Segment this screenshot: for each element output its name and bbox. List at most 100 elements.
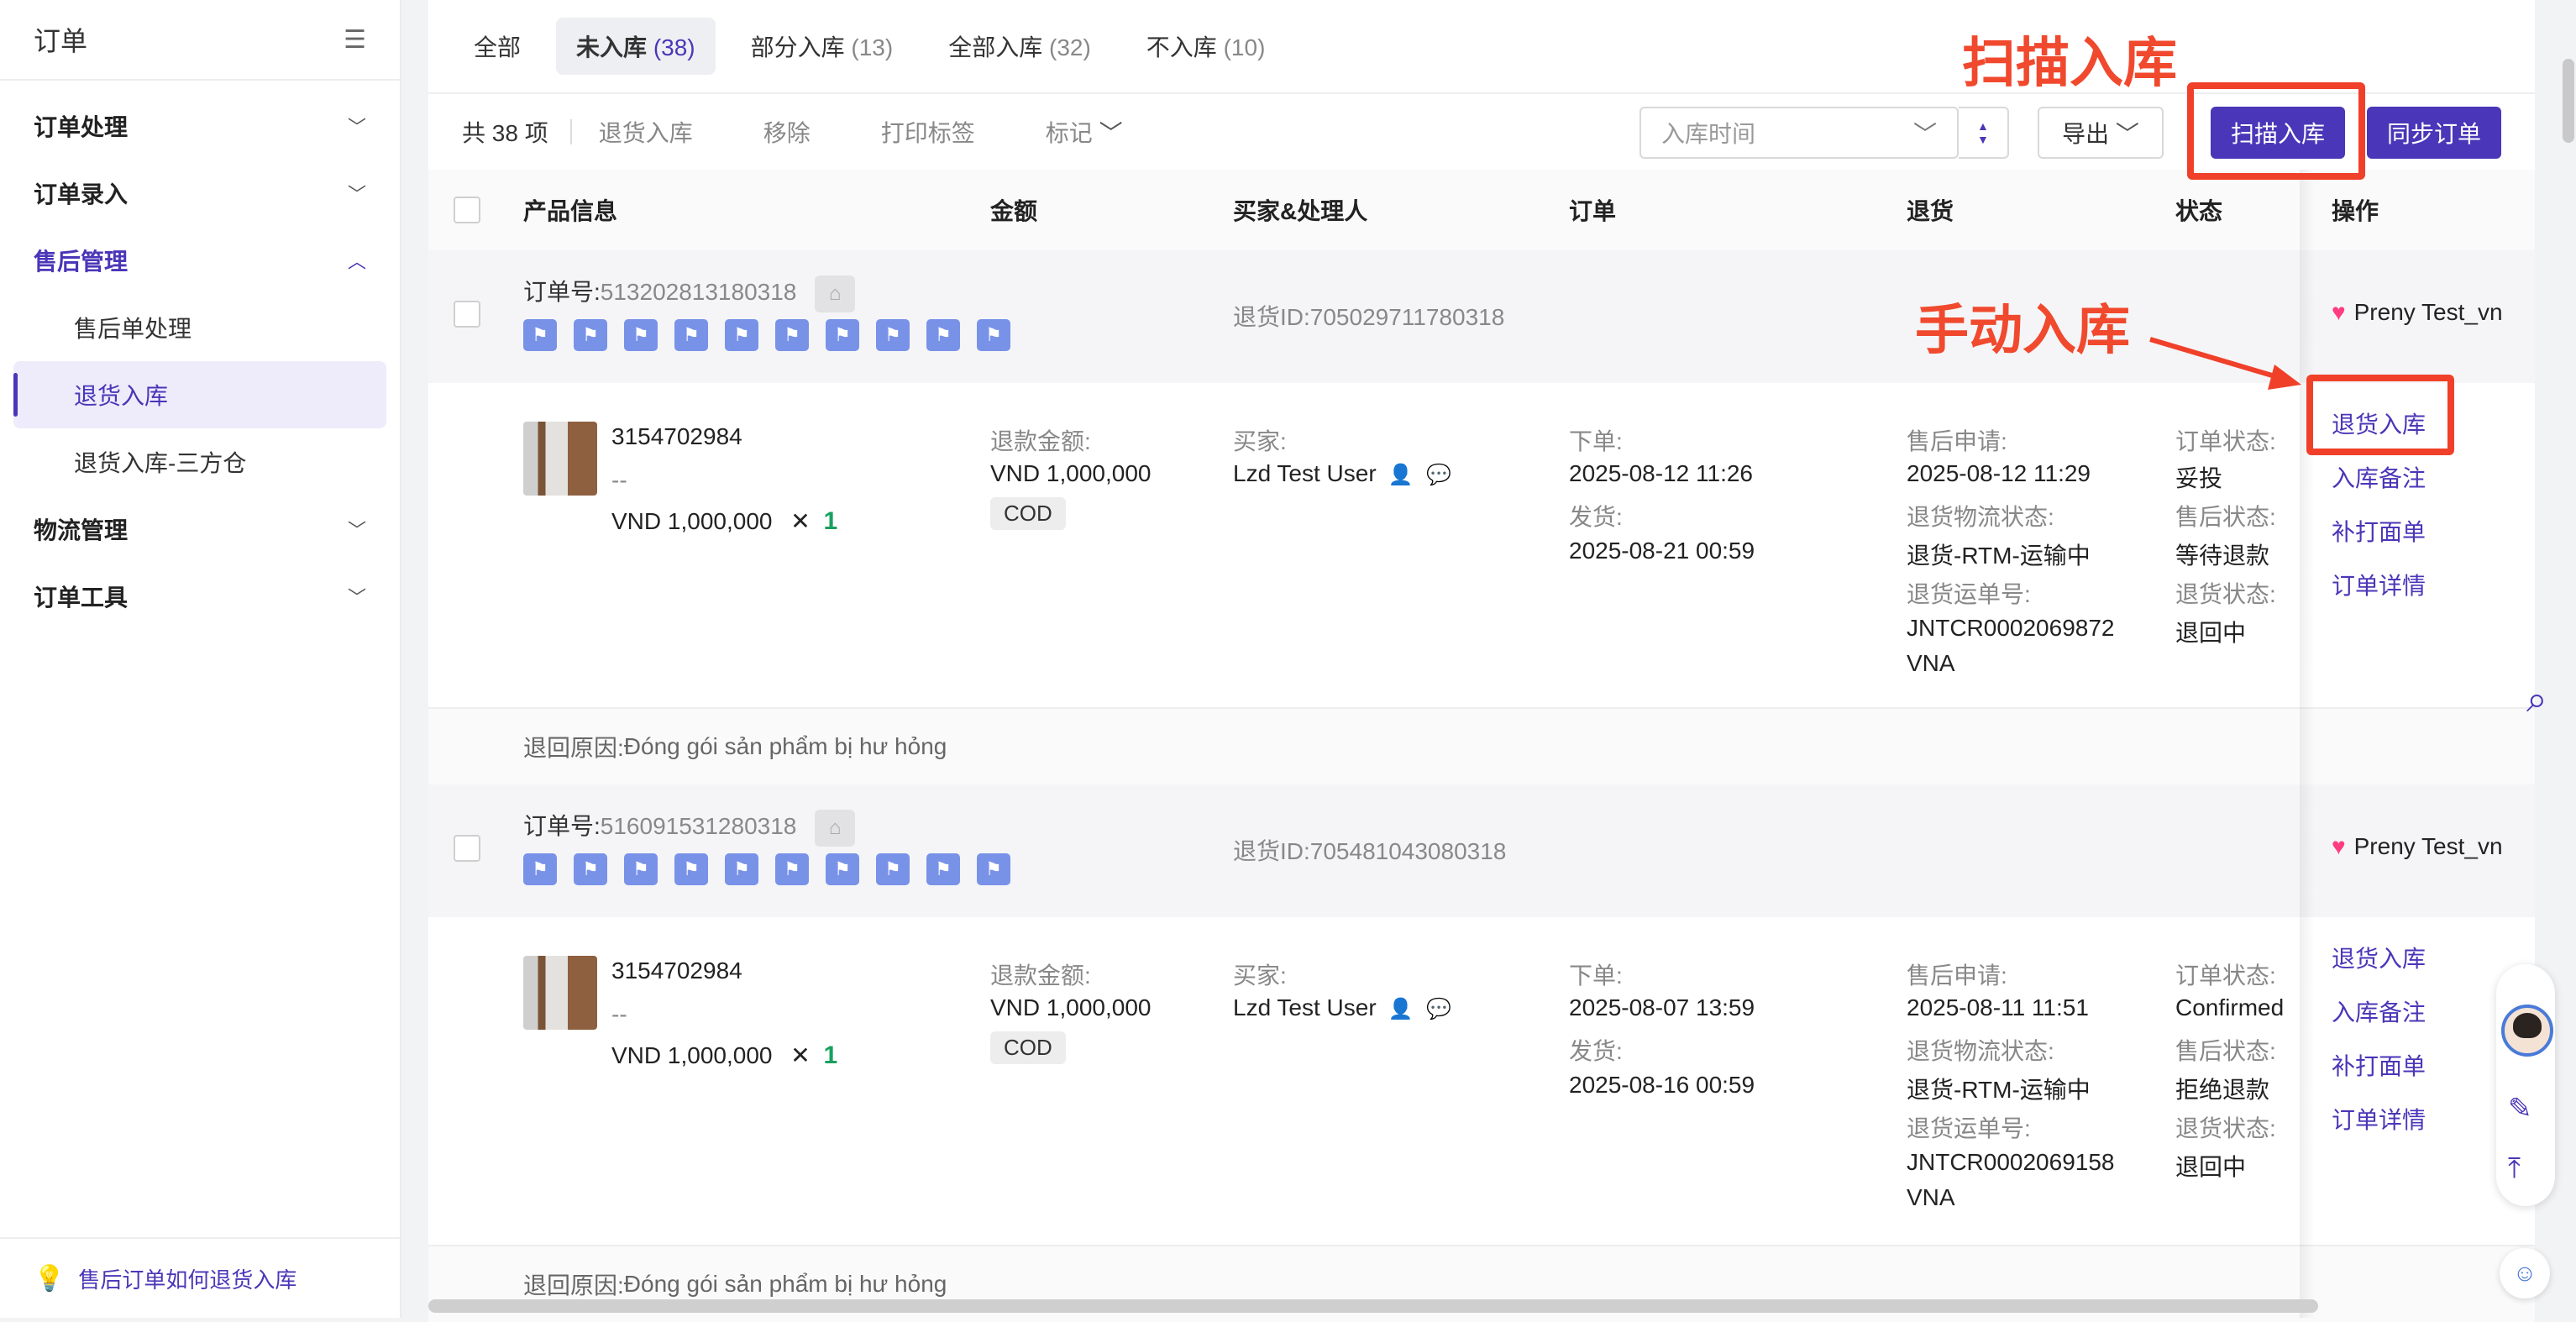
reprint-label-link[interactable]: 补打面单 (2332, 514, 2426, 548)
sidebar-item-return-in-3pl[interactable]: 退货入库-三方仓 (13, 428, 386, 496)
flag-icon[interactable]: ⚑ (674, 853, 708, 885)
store-name-value: Preny Test_vn (2353, 833, 2503, 859)
tab-no-stock[interactable]: 不入库 (10) (1126, 18, 1286, 75)
sort-up-icon: ▲ (1977, 119, 1989, 133)
sidebar-header: 订单 ☰ (0, 0, 400, 81)
flag-icon[interactable]: ⚑ (826, 853, 859, 885)
tab-label: 部分入库 (750, 34, 845, 60)
return-in-link[interactable]: 退货入库 (2332, 941, 2426, 974)
sidebar-item-aftersale-processing[interactable]: 售后单处理 (13, 294, 386, 361)
tab-all-stocked[interactable]: 全部入库 (32) (928, 18, 1111, 75)
table-header: 产品信息 金额 买家&处理人 订单 退货 状态 操作 (428, 170, 2535, 250)
buyer-label: 买家: (1233, 428, 1287, 454)
print-label-button[interactable]: 打印标签 (881, 115, 975, 149)
help-link[interactable]: 💡 售后订单如何退货入库 (0, 1237, 400, 1318)
flag-icon[interactable]: ⚑ (725, 853, 758, 885)
flag-icon[interactable]: ⚑ (624, 319, 658, 351)
collapse-sidebar-icon[interactable]: ☰ (344, 25, 366, 55)
flag-icon[interactable]: ⚑ (574, 319, 607, 351)
tab-not-stocked[interactable]: 未入库 (38) (556, 18, 716, 75)
tracking-suffix: VNA (1907, 1184, 1955, 1210)
flag-icon[interactable]: ⚑ (926, 319, 960, 351)
logistics-label: 退货物流状态: (1907, 504, 2054, 530)
tracking-suffix: VNA (1907, 650, 1955, 676)
sort-toggle[interactable]: ▲ ▼ (1958, 107, 2009, 159)
mark-dropdown[interactable]: 标记 ﹀ (1046, 115, 1123, 149)
sort-down-icon: ▼ (1977, 133, 1989, 146)
stock-note-link[interactable]: 入库备注 (2332, 994, 2426, 1028)
shipped-label: 发货: (1569, 504, 1623, 530)
flag-icon[interactable]: ⚑ (977, 853, 1010, 885)
flag-icon[interactable]: ⚑ (574, 853, 607, 885)
bulk-return-in-button[interactable]: 退货入库 (599, 115, 693, 149)
aftersale-status: 拒绝退款 (2175, 1077, 2270, 1103)
flag-icon[interactable]: ⚑ (926, 853, 960, 885)
flag-icon[interactable]: ⚑ (725, 319, 758, 351)
tab-all[interactable]: 全部 (454, 18, 541, 75)
buyer-name: Lzd Test User (1233, 994, 1377, 1020)
order-no-label: 订单号: (523, 279, 601, 305)
sync-orders-button[interactable]: 同步订单 (2366, 107, 2501, 159)
stock-note-link[interactable]: 入库备注 (2332, 460, 2426, 494)
reprint-label-link[interactable]: 补打面单 (2332, 1048, 2426, 1082)
product-thumbnail[interactable] (523, 422, 597, 496)
tab-label: 全部 (474, 34, 522, 60)
flag-icon[interactable]: ⚑ (876, 319, 910, 351)
chat-icon[interactable]: 💬 (1426, 998, 1451, 1020)
order-detail-link[interactable]: 订单详情 (2332, 568, 2426, 601)
home-icon[interactable]: ⌂ (815, 275, 856, 312)
return-status-label: 退货状态: (2175, 1115, 2276, 1141)
user-icon[interactable]: 👤 (1388, 464, 1413, 486)
flag-icon[interactable]: ⚑ (674, 319, 708, 351)
chevron-down-icon: ﹀ (347, 117, 366, 138)
row-checkbox[interactable] (454, 835, 480, 862)
return-status-label: 退货状态: (2175, 581, 2276, 607)
chevron-down-icon: ﹀ (347, 184, 366, 205)
flag-icon[interactable]: ⚑ (977, 319, 1010, 351)
feedback-icon[interactable]: ✎ (2508, 1092, 2532, 1125)
time-filter-select[interactable]: 入库时间 ﹀ (1639, 107, 1959, 159)
flag-icon[interactable]: ⚑ (775, 853, 809, 885)
buyer: Lzd Test User 👤 💬 (1233, 994, 1451, 1021)
flag-icon[interactable]: ⚑ (876, 853, 910, 885)
sidebar-item-return-in[interactable]: 退货入库 (13, 361, 386, 428)
search-icon[interactable]: ⌕ (2526, 679, 2547, 721)
row-checkbox[interactable] (454, 301, 480, 328)
flag-icon[interactable]: ⚑ (624, 853, 658, 885)
sidebar-group-order-entry[interactable]: 订单录入 ﹀ (0, 160, 400, 227)
horizontal-scrollbar[interactable] (428, 1299, 2318, 1313)
chatbot-icon[interactable]: ☺ (2500, 1248, 2550, 1298)
user-icon[interactable]: 👤 (1388, 998, 1413, 1020)
product-sku[interactable]: 3154702984 (611, 957, 742, 984)
flag-icon[interactable]: ⚑ (523, 853, 557, 885)
tracking-number[interactable]: JNTCR0002069872 (1907, 615, 2115, 642)
placed-time: 2025-08-07 13:59 (1569, 994, 1755, 1020)
tab-partial[interactable]: 部分入库 (13) (731, 18, 914, 75)
sidebar-group-order-tools[interactable]: 订单工具 ﹀ (0, 563, 400, 630)
order-detail-link[interactable]: 订单详情 (2332, 1102, 2426, 1136)
flag-icon[interactable]: ⚑ (775, 319, 809, 351)
flag-icon[interactable]: ⚑ (826, 319, 859, 351)
select-all-checkbox[interactable] (454, 197, 480, 223)
product-thumbnail[interactable] (523, 956, 597, 1030)
chat-icon[interactable]: 💬 (1426, 464, 1451, 486)
payment-tag: COD (990, 1031, 1066, 1064)
sidebar-group-logistics[interactable]: 物流管理 ﹀ (0, 496, 400, 563)
avatar[interactable] (2501, 1005, 2553, 1057)
sidebar-group-order-processing[interactable]: 订单处理 ﹀ (0, 92, 400, 160)
return-id-label: 退货ID: (1233, 838, 1310, 864)
export-label: 导出 (2062, 121, 2110, 147)
lazada-heart-icon: ♥ (2332, 299, 2346, 325)
vertical-scrollbar[interactable] (2563, 59, 2574, 143)
flag-icon[interactable]: ⚑ (523, 319, 557, 351)
product-sku[interactable]: 3154702984 (611, 423, 742, 450)
chevron-down-icon: ﹀ (1099, 120, 1123, 146)
col-product: 产品信息 (523, 198, 618, 224)
home-icon[interactable]: ⌂ (815, 809, 856, 847)
back-to-top-icon[interactable]: ⤒ (2508, 1152, 2521, 1185)
sidebar-group-aftersale[interactable]: 售后管理 ︿ (0, 227, 400, 294)
product-variant: -- (611, 1001, 627, 1027)
tracking-number[interactable]: JNTCR0002069158 (1907, 1149, 2115, 1176)
remove-button[interactable]: 移除 (763, 115, 811, 149)
export-dropdown[interactable]: 导出 ﹀ (2037, 107, 2164, 159)
